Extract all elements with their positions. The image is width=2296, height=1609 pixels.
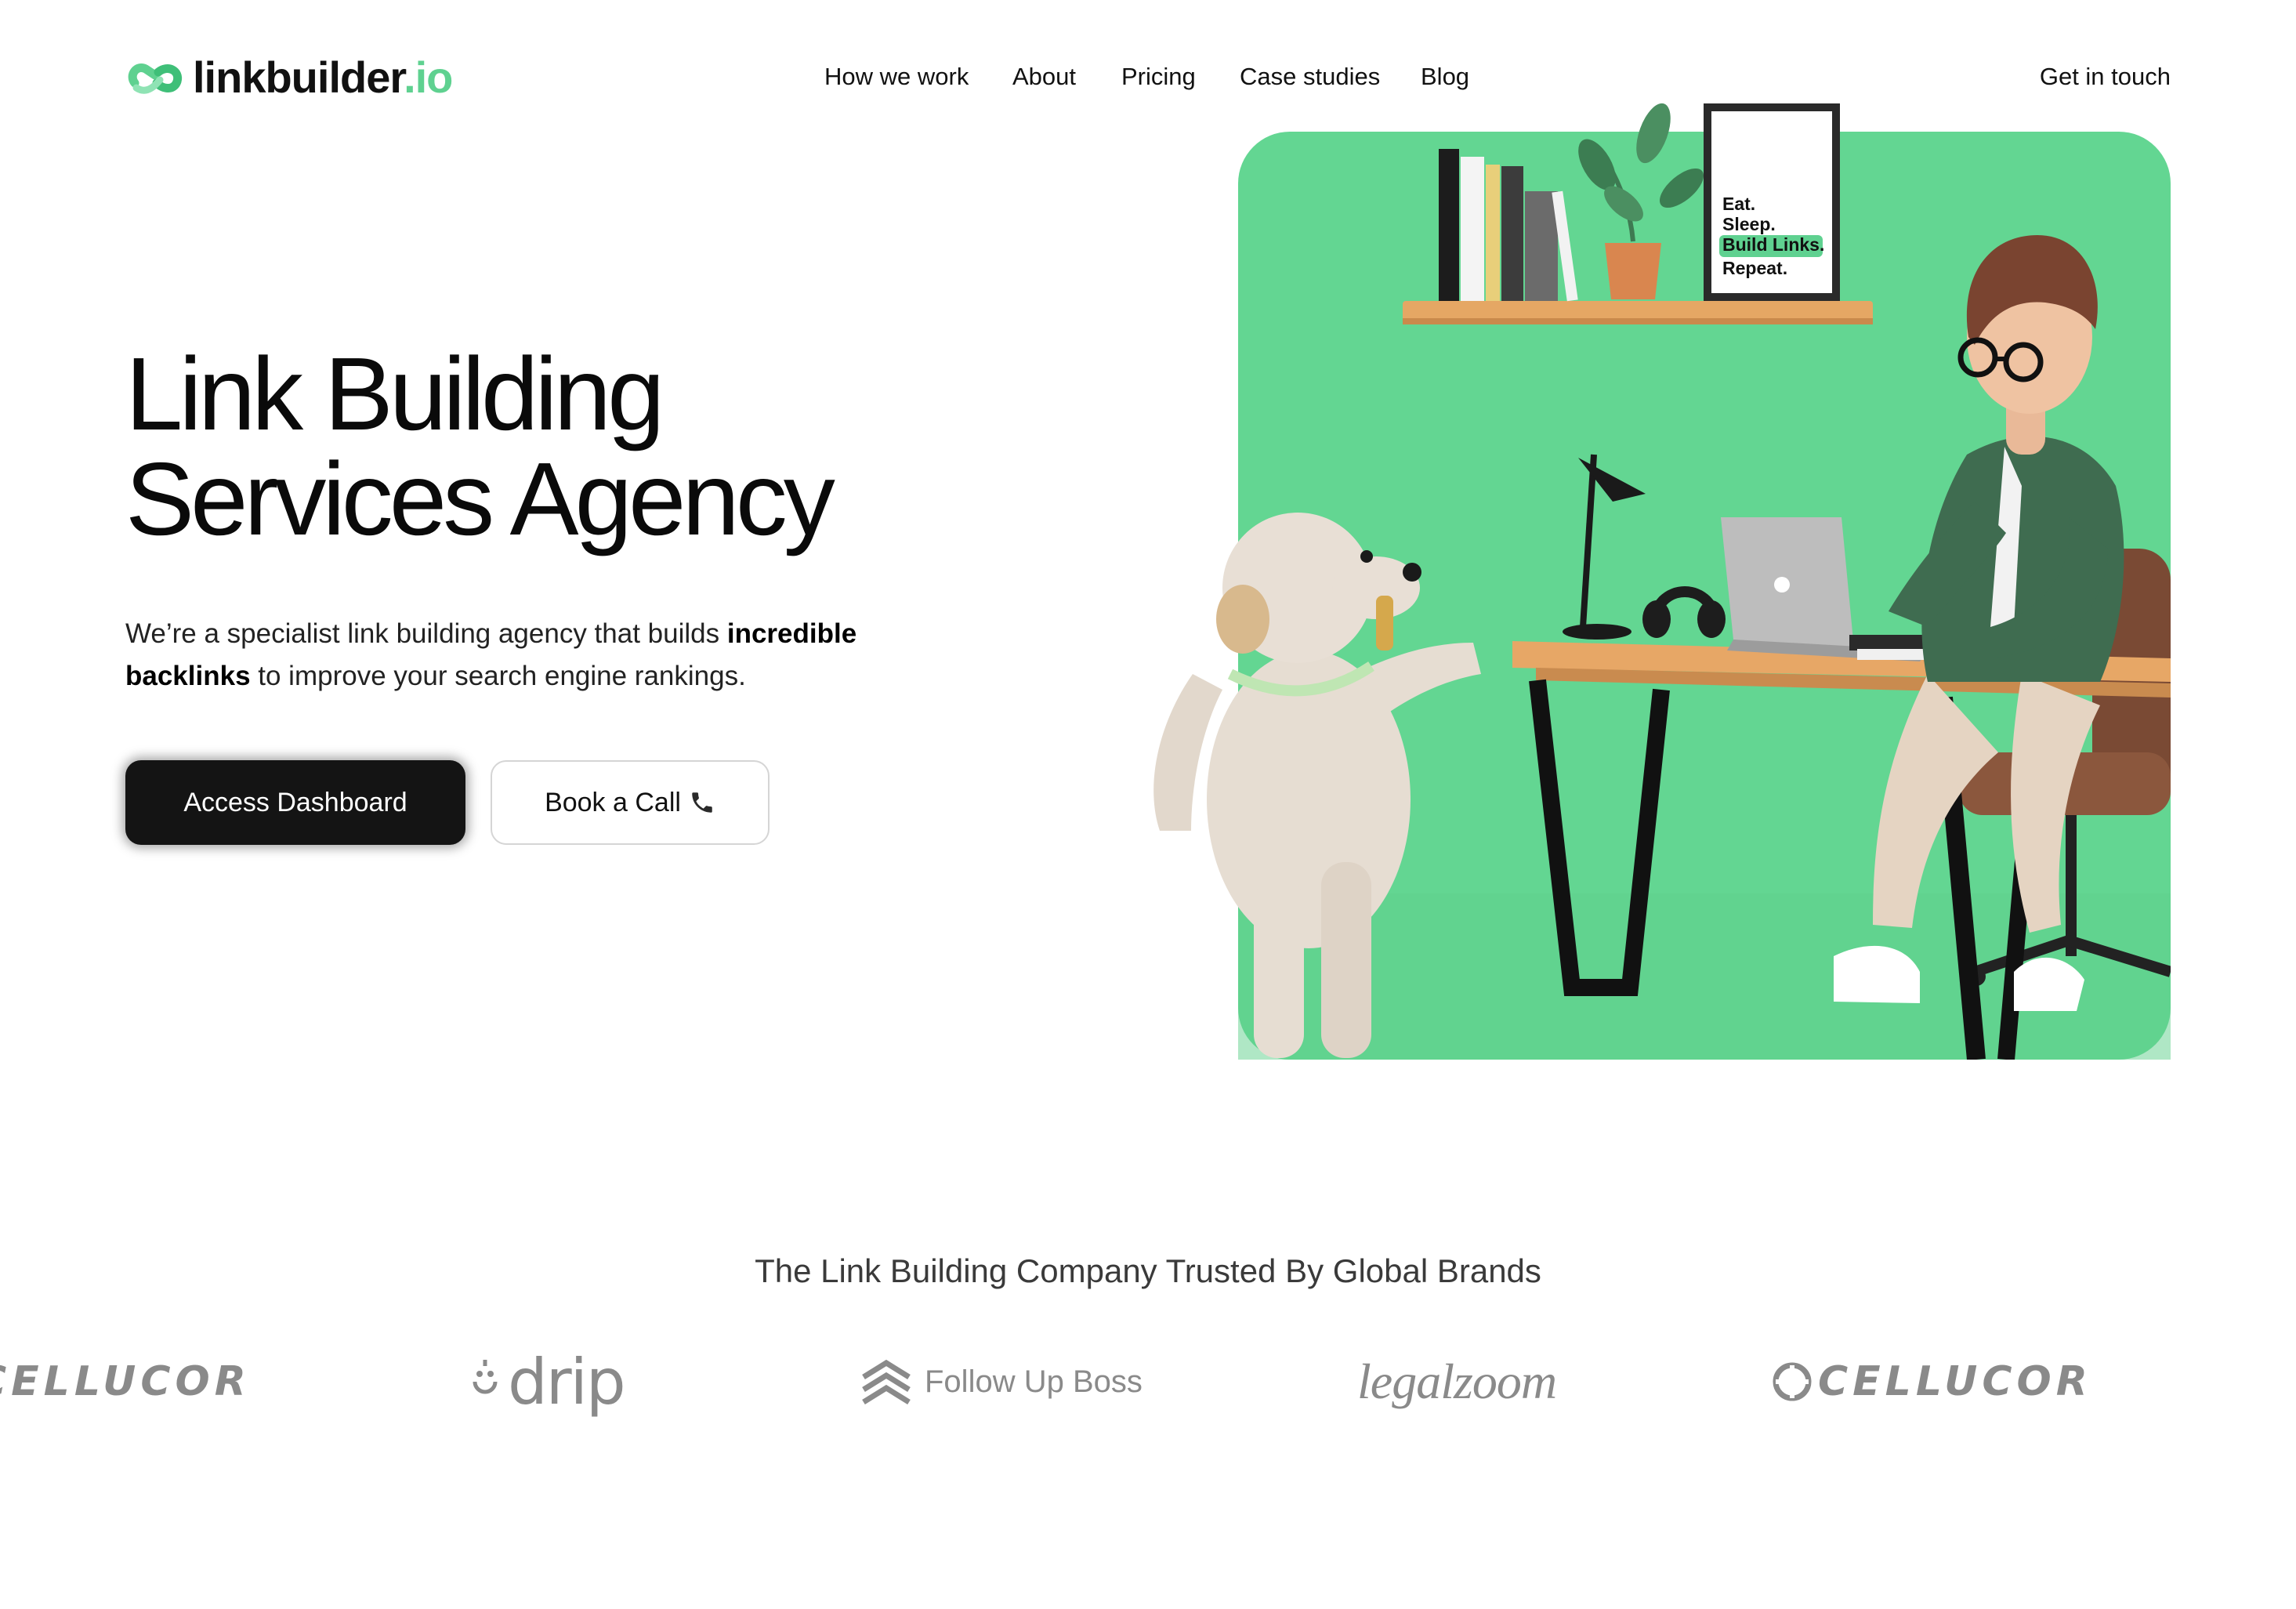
brand-logo-follow-up-boss: Follow Up Boss bbox=[860, 1346, 1143, 1417]
brand-logo-cellucor-2: CELLUCOR bbox=[1773, 1346, 2092, 1417]
access-dashboard-button[interactable]: Access Dashboard bbox=[125, 760, 465, 845]
logo-tld: .io bbox=[404, 52, 453, 102]
brand-cellucor-2-text: CELLUCOR bbox=[1818, 1358, 2092, 1405]
book-a-call-label: Book a Call bbox=[545, 787, 681, 817]
poster-line-3: Build Links. bbox=[1722, 234, 1824, 255]
book-a-call-button[interactable]: Book a Call bbox=[491, 760, 770, 845]
brand-logo-cellucor-1: CELLUCOR bbox=[0, 1346, 251, 1417]
hero-description: We’re a specialist link building agency … bbox=[125, 613, 909, 698]
cellucor-mark-icon bbox=[1773, 1362, 1812, 1401]
chevrons-up-icon bbox=[862, 1359, 911, 1404]
brand-logo-legalzoom: legalzoom bbox=[1357, 1346, 1557, 1417]
logo[interactable]: linkbuilder.io bbox=[125, 49, 453, 105]
hero-illustration: Eat. Sleep. Build Links. Repeat. bbox=[1144, 78, 2173, 1061]
nav-about[interactable]: About bbox=[1012, 60, 1076, 94]
brand-drip-text: drip bbox=[508, 1345, 626, 1419]
brands-title: The Link Building Company Trusted By Glo… bbox=[755, 1252, 1541, 1289]
brand-legalzoom-text: legalzoom bbox=[1357, 1354, 1557, 1409]
hero-description-post: to improve your search engine rankings. bbox=[250, 661, 746, 691]
poster-line-2: Sleep. bbox=[1722, 214, 1776, 234]
poster-line-4: Repeat. bbox=[1722, 258, 1787, 278]
link-chain-icon bbox=[128, 63, 183, 94]
hero-description-pre: We’re a specialist link building agency … bbox=[125, 618, 727, 649]
nav-how-we-work[interactable]: How we work bbox=[824, 60, 969, 94]
brand-logo-drip: drip bbox=[467, 1345, 626, 1419]
page-title-line-2: Services Agency bbox=[125, 441, 835, 556]
page-title: Link Building Services Agency bbox=[125, 336, 835, 556]
brand-cellucor-1-text: CELLUCOR bbox=[0, 1358, 251, 1405]
drip-face-icon bbox=[473, 1360, 498, 1394]
poster-line-1: Eat. bbox=[1722, 194, 1755, 214]
page-title-line-1: Link Building bbox=[125, 336, 665, 451]
brand-follow-up-boss-text: Follow Up Boss bbox=[925, 1364, 1143, 1399]
logo-name: linkbuilder bbox=[193, 52, 404, 102]
access-dashboard-label: Access Dashboard bbox=[183, 787, 407, 817]
phone-icon bbox=[692, 792, 712, 813]
